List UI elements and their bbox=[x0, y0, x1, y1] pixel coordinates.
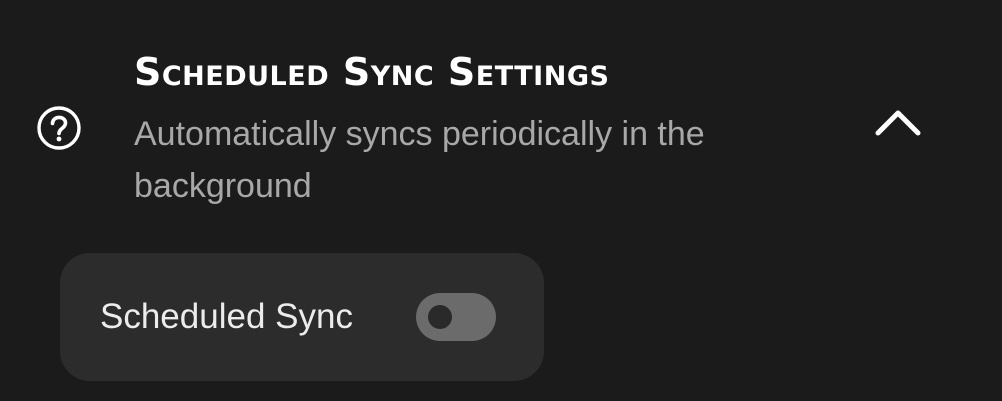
scheduled-sync-setting-card: Scheduled Sync bbox=[60, 253, 544, 381]
section-description: Automatically syncs periodically in the … bbox=[134, 115, 705, 205]
toggle-knob bbox=[428, 305, 452, 329]
settings-section-header: Scheduled Sync Settings Automatically sy… bbox=[0, 0, 1002, 230]
section-title: Scheduled Sync Settings bbox=[134, 50, 610, 94]
question-circle-icon bbox=[37, 106, 81, 150]
scheduled-sync-toggle[interactable] bbox=[416, 293, 496, 341]
help-icon[interactable] bbox=[36, 105, 82, 151]
chevron-up-icon bbox=[875, 110, 921, 136]
scheduled-sync-label: Scheduled Sync bbox=[100, 297, 353, 336]
collapse-button[interactable] bbox=[866, 96, 930, 152]
